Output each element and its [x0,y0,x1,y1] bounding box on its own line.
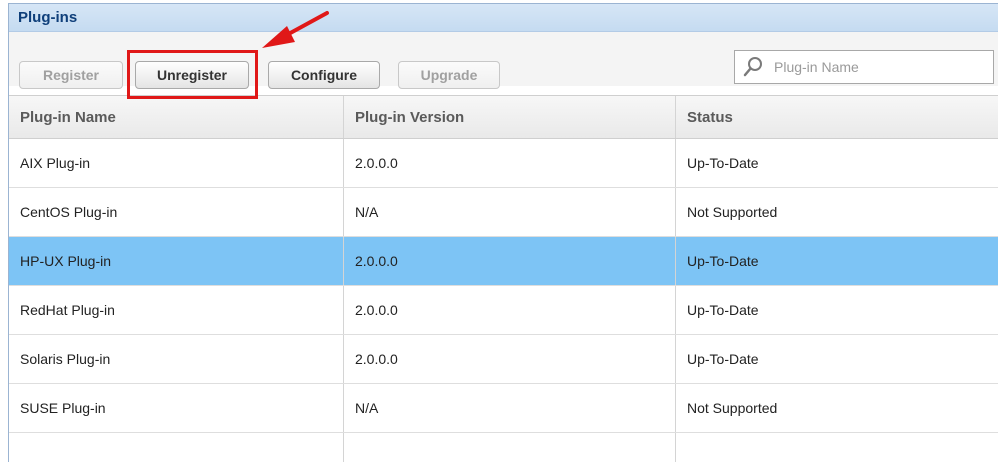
annotation-highlight-box [127,50,258,99]
plugin-version-cell: 2.0.0.0 [343,139,675,187]
plugin-search-input[interactable]: Plug-in Name [734,50,994,84]
plugin-status-cell: Up-To-Date [675,237,998,285]
plugin-version-cell: N/A [343,188,675,236]
column-header-status[interactable]: Status [675,96,998,138]
configure-button[interactable]: Configure [268,61,380,89]
plugin-version-cell: 2.0.0.0 [343,335,675,383]
plugin-name-cell: AIX Plug-in [20,155,91,171]
upgrade-button[interactable]: Upgrade [398,61,500,89]
plugin-status-cell: Up-To-Date [675,335,998,383]
plugin-name-cell: SUSE Plug-in [20,400,106,416]
table-row[interactable]: RedHat Plug-in 2.0.0.0 Up-To-Date [9,286,998,335]
plugin-version-cell: N/A [343,384,675,432]
table-row[interactable]: CentOS Plug-in N/A Not Supported [9,188,998,237]
table-row[interactable]: Solaris Plug-in 2.0.0.0 Up-To-Date [9,335,998,384]
panel-header: Plug-ins [9,4,998,32]
table-row[interactable]: SUSE Plug-in N/A Not Supported [9,384,998,433]
plugin-name-cell: Solaris Plug-in [20,351,111,367]
plugin-version-cell: 2.0.0.0 [343,237,675,285]
plugin-version-cell: 2.0.0.0 [343,286,675,334]
table-row[interactable]: AIX Plug-in 2.0.0.0 Up-To-Date [9,139,998,188]
plugin-name-cell: RedHat Plug-in [20,302,115,318]
panel-title: Plug-ins [18,9,78,26]
table-header: Plug-in Name Plug-in Version Status [9,95,998,139]
plugin-status-cell: Up-To-Date [675,139,998,187]
column-header-version[interactable]: Plug-in Version [343,96,675,138]
search-placeholder: Plug-in Name [774,59,859,75]
register-button[interactable]: Register [19,61,123,89]
search-icon [743,57,762,77]
plugin-status-cell: Up-To-Date [675,286,998,334]
plugin-status-cell: Not Supported [675,188,998,236]
column-header-name[interactable]: Plug-in Name [9,96,343,138]
table-row-selected[interactable]: HP-UX Plug-in 2.0.0.0 Up-To-Date [9,237,998,286]
plugin-name-cell: HP-UX Plug-in [20,253,112,269]
plugin-status-cell: Not Supported [675,384,998,432]
plugin-name-cell: CentOS Plug-in [20,204,118,220]
empty-cell [675,433,998,462]
empty-cell [343,433,675,462]
empty-cell [9,433,343,462]
empty-row [9,433,998,462]
